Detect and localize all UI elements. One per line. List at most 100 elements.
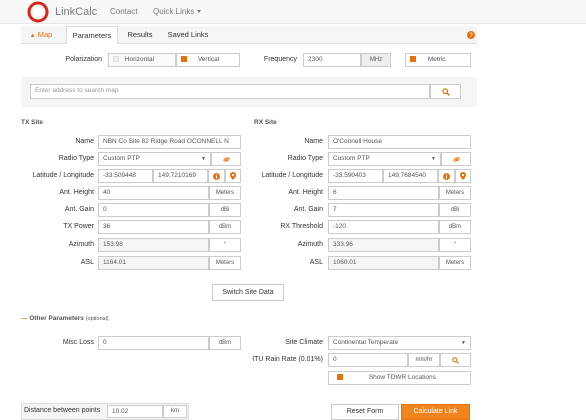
tx-ant-gain-input[interactable]: 0: [98, 203, 209, 217]
top-navbar: LinkCalc Contact Quick Links: [0, 0, 586, 24]
checked-box-icon: [337, 374, 343, 381]
rx-azimuth-value: 333.96: [328, 238, 439, 252]
other-parameters-toggle[interactable]: — Other Parameters (optional): [21, 315, 109, 322]
rx-ant-gain-label: Ant. Gain: [293, 206, 323, 213]
metric-toggle[interactable]: Metric: [405, 53, 471, 67]
nav-quick-links-dropdown[interactable]: Quick Links: [153, 3, 202, 21]
rx-azimuth-label: Azimuth: [297, 241, 323, 248]
metric-label: Metric: [427, 56, 446, 63]
tx-longitude-input[interactable]: 149.7210169: [153, 169, 208, 183]
tx-latitude-input[interactable]: -33.509448: [98, 169, 153, 183]
tx-map-pin-button[interactable]: [225, 169, 241, 183]
misc-loss-input[interactable]: 0: [98, 336, 209, 350]
map-marker-icon: [230, 172, 236, 180]
tx-ant-height-unit: Meters: [209, 186, 241, 200]
checked-box-icon: [410, 56, 416, 63]
map-search-input[interactable]: Enter address to search map: [30, 84, 430, 99]
misc-loss-unit: dBm: [209, 336, 241, 350]
tx-ant-height-input[interactable]: 40: [98, 186, 209, 200]
tx-latlon-label: Latitude / Longitude: [32, 172, 95, 179]
tx-radio-type-select[interactable]: Custom PTP ▼: [98, 152, 211, 166]
select-arrow-icon: ▼: [461, 340, 466, 346]
polarization-label: Polarization: [65, 56, 102, 63]
site-climate-select[interactable]: Continental Temperate ▼: [328, 336, 471, 350]
linkcalc-logo-icon[interactable]: [27, 1, 49, 23]
rx-threshold-input[interactable]: -120: [328, 220, 439, 234]
caret-up-icon: ▲: [29, 33, 36, 39]
rx-ant-gain-input[interactable]: 7: [328, 203, 439, 217]
rx-info-button[interactable]: [438, 169, 455, 183]
frequency-label: Frequency: [263, 56, 297, 63]
tx-power-input[interactable]: 36: [98, 220, 209, 234]
tx-azimuth-label: Azimuth: [68, 241, 94, 248]
tx-asl-unit: Meters: [209, 256, 241, 270]
frequency-unit: MHz: [361, 53, 391, 67]
distance-label: Distance between points: [24, 407, 101, 414]
frequency-input[interactable]: 2300: [303, 53, 361, 67]
rx-map-pin-button[interactable]: [455, 169, 471, 183]
tab-parameters[interactable]: Parameters: [66, 26, 118, 44]
brand-name[interactable]: LinkCalc: [55, 3, 97, 21]
rx-radio-type-value: Custom PTP: [333, 155, 370, 162]
rx-longitude-input[interactable]: 149.7684540: [383, 169, 438, 183]
tx-asl-label: ASL: [80, 259, 94, 266]
rx-radio-type-select[interactable]: Custom PTP ▼: [328, 152, 441, 166]
collapse-minus-icon: —: [21, 315, 28, 322]
site-climate-label: Site Climate: [285, 339, 323, 346]
rx-name-input[interactable]: O'Connell House: [328, 135, 471, 149]
search-button[interactable]: [430, 84, 461, 99]
rx-name-label: Name: [304, 138, 323, 145]
optional-note: (optional): [85, 316, 109, 322]
rain-rate-search-button[interactable]: [440, 353, 471, 367]
tx-ant-gain-label: Ant. Gain: [64, 206, 94, 213]
tx-azimuth-value: 153.98: [98, 238, 209, 252]
vertical-label: Vertical: [197, 56, 220, 63]
tx-name-label: Name: [75, 138, 94, 145]
rx-threshold-unit: dBm: [439, 220, 471, 234]
info-icon: [213, 173, 220, 180]
rx-radio-link-button[interactable]: [441, 152, 471, 166]
tab-saved-links[interactable]: Saved Links: [163, 26, 213, 44]
nav-contact-link[interactable]: Contact: [110, 3, 138, 21]
help-icon[interactable]: ?: [467, 31, 475, 39]
tab-map[interactable]: ▲ Map: [21, 26, 61, 44]
show-tdwr-toggle[interactable]: Show TDWR Locations: [328, 371, 471, 385]
tab-results[interactable]: Results: [121, 26, 159, 44]
tx-name-input[interactable]: NBN Co Site 82 Ridge Road OCONNELL N: [98, 135, 241, 149]
distance-unit: km: [163, 405, 187, 418]
tab-bar: ▲ Map Parameters Results Saved Links ?: [21, 26, 477, 44]
show-tdwr-label: Show TDWR Locations: [368, 374, 436, 381]
unchecked-box-icon: [113, 56, 119, 63]
rx-ant-height-input[interactable]: 6: [328, 186, 439, 200]
calculate-link-button[interactable]: Calculate Link: [401, 404, 470, 420]
tx-radio-link-button[interactable]: [211, 152, 241, 166]
rx-ant-gain-unit: dBi: [439, 203, 471, 217]
link-icon: [452, 157, 460, 162]
rx-asl-unit: Meters: [439, 256, 471, 270]
distance-value: 10.02: [107, 405, 163, 418]
map-marker-icon: [460, 172, 466, 180]
tx-info-button[interactable]: [208, 169, 225, 183]
rx-asl-label: ASL: [309, 259, 323, 266]
rx-ant-height-label: Ant. Height: [288, 189, 323, 196]
rx-latitude-input[interactable]: -33.590403: [328, 169, 383, 183]
reset-form-button[interactable]: Reset Form: [331, 404, 399, 420]
switch-site-data-button[interactable]: Switch Site Data: [212, 284, 284, 301]
itu-rain-rate-input[interactable]: 0: [328, 353, 408, 367]
rx-threshold-label: RX Threshold: [280, 223, 323, 230]
site-climate-value: Continental Temperate: [333, 339, 399, 346]
tx-asl-value: 1164.01: [98, 256, 209, 270]
tx-radio-type-label: Radio Type: [58, 155, 94, 162]
rx-latlon-label: Latitude / Longitude: [261, 172, 324, 179]
rx-azimuth-unit: °: [439, 238, 471, 252]
tx-azimuth-unit: °: [209, 238, 241, 252]
rx-asl-value: 1060.01: [328, 256, 439, 270]
polarization-horizontal-option[interactable]: Horizontal: [108, 53, 176, 67]
polarization-vertical-option[interactable]: Vertical: [176, 53, 240, 67]
checked-box-icon: [181, 56, 187, 63]
search-icon: [441, 88, 450, 96]
tab-map-label: Map: [37, 30, 53, 39]
rx-radio-type-label: Radio Type: [287, 155, 323, 162]
caret-down-icon: [197, 10, 202, 14]
rx-ant-height-unit: Meters: [439, 186, 471, 200]
